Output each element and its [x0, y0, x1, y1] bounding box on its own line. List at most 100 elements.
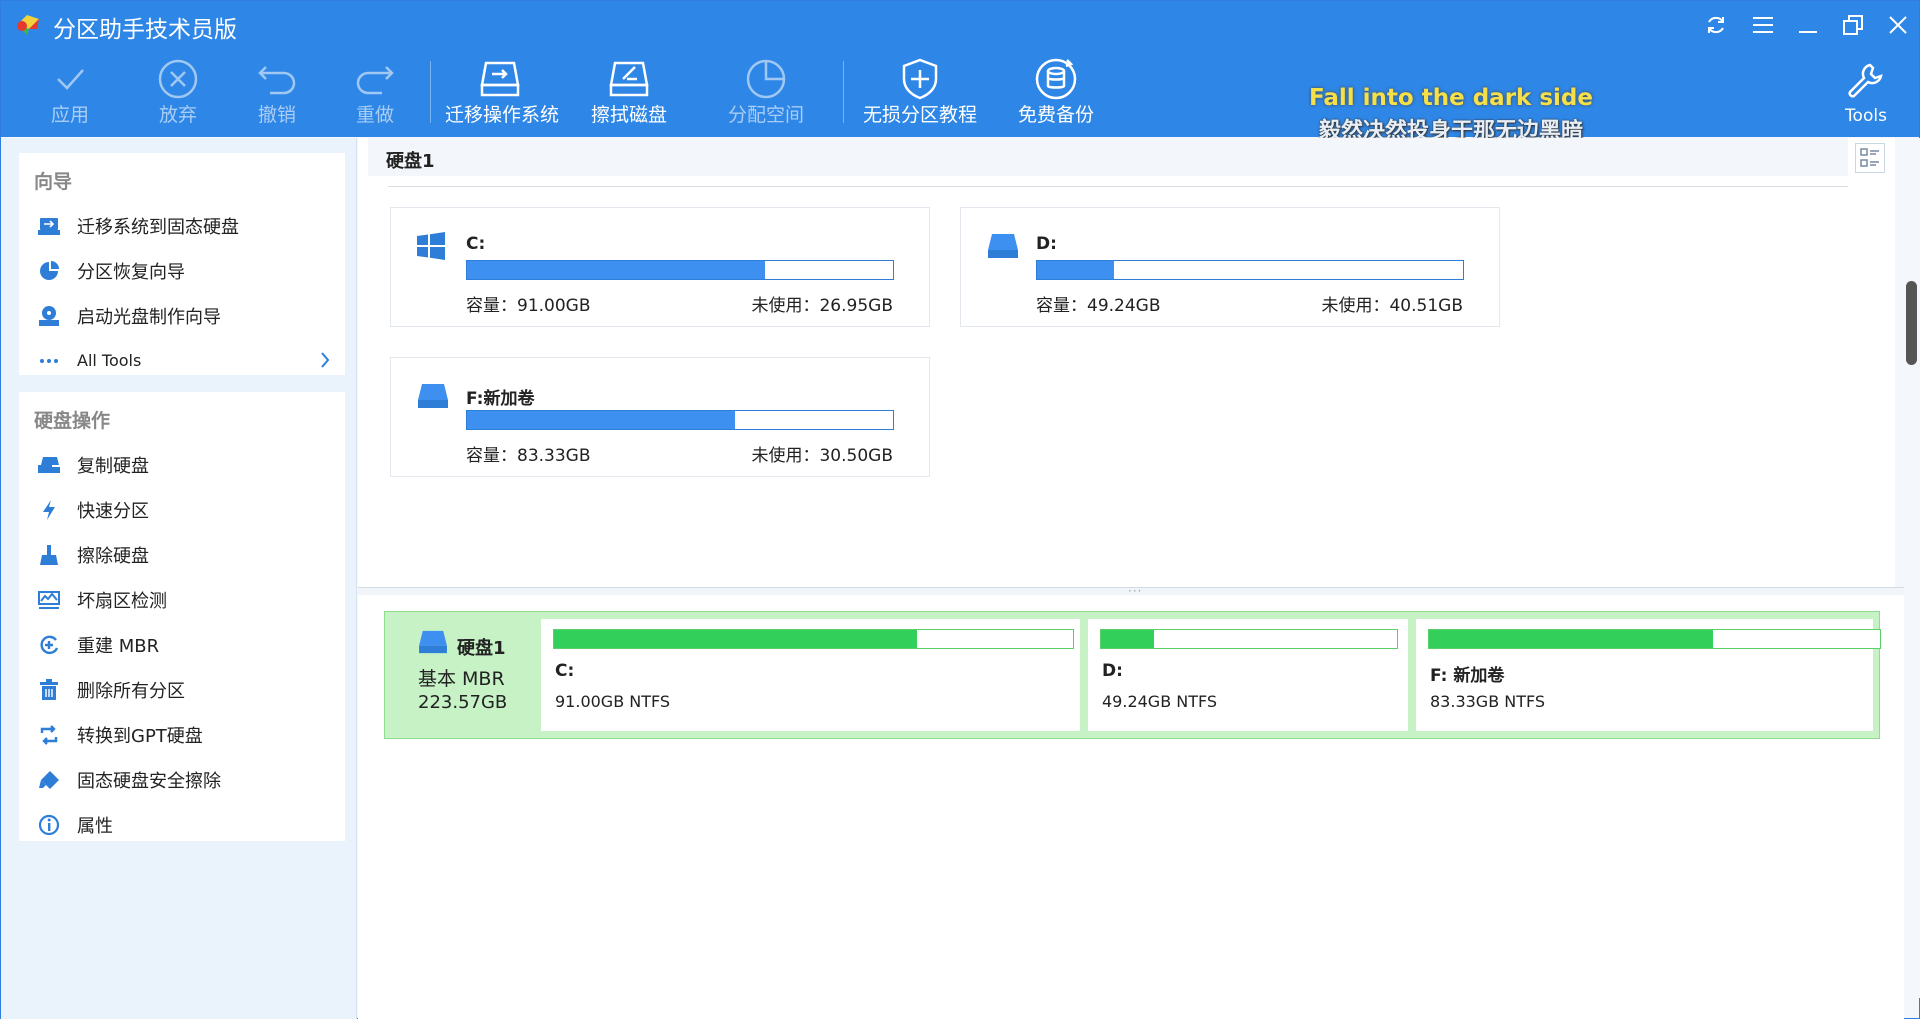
sidebar-item-migrate-ssd[interactable]: 迁移系统到固态硬盘 — [19, 203, 345, 248]
menu-button[interactable] — [1748, 11, 1778, 39]
redo-button[interactable]: 重做 — [320, 55, 430, 133]
copy-disk-icon — [37, 453, 61, 477]
sidebar-item-all-tools[interactable]: All Tools — [19, 338, 345, 383]
disk-map-partition-c[interactable]: C: 91.00GB NTFS — [541, 619, 1080, 731]
tools-button[interactable]: Tools — [1831, 61, 1901, 126]
sidebar-item-label: 重建 MBR — [77, 635, 160, 657]
partition-info: 49.24GB NTFS — [1102, 692, 1218, 711]
disk-type: 基本 MBR — [418, 668, 505, 690]
usage-bar — [466, 260, 894, 280]
minimize-button[interactable] — [1793, 11, 1823, 39]
restore-button[interactable] — [1838, 11, 1868, 39]
disk-header: 硬盘1 — [368, 138, 1848, 176]
app-window: 分区助手技术员版 应用 放弃 撤销 重做 迁移操作系统 擦拭磁盘 分配空间 无损… — [0, 0, 1920, 1019]
sidebar-item-label: 分区恢复向导 — [77, 261, 185, 283]
disk-map-partition-d[interactable]: D: 49.24GB NTFS — [1088, 619, 1408, 731]
drive-icon — [419, 630, 447, 654]
disk-ops-panel-title: 硬盘操作 — [34, 410, 111, 432]
capacity-label: 容量：83.33GB — [466, 446, 591, 466]
undo-icon — [258, 66, 296, 95]
partition-recovery-icon — [37, 259, 61, 283]
partition-info: 91.00GB NTFS — [555, 692, 671, 711]
splitter-grip-icon: ··· — [1128, 584, 1143, 598]
usage-fill — [1429, 630, 1714, 648]
vertical-scrollbar[interactable] — [1904, 138, 1920, 998]
allocate-space-button[interactable]: 分配空间 — [711, 55, 821, 133]
partition-card-d[interactable]: D: 容量：49.24GB 未使用：40.51GB — [960, 207, 1500, 327]
sidebar-item-copy-disk[interactable]: 复制硬盘 — [19, 442, 345, 487]
menu-icon — [1753, 17, 1773, 33]
wizard-panel: 向导 迁移系统到固态硬盘 分区恢复向导 启动光盘制作向导 All Tools — [19, 153, 345, 375]
partition-card-f[interactable]: F:新加卷 容量：83.33GB 未使用：30.50GB — [390, 357, 930, 477]
sidebar-item-wipe-disk[interactable]: 擦除硬盘 — [19, 532, 345, 577]
sidebar-item-label: All Tools — [77, 351, 142, 370]
restore-icon — [1843, 15, 1863, 35]
view-toggle-button[interactable] — [1855, 143, 1885, 173]
disk-map-row[interactable]: 硬盘1 基本 MBR 223.57GB C: 91.00GB NTFS D: 4… — [384, 611, 1881, 739]
sidebar-item-properties[interactable]: 属性 — [19, 802, 345, 847]
toolbar-separator — [843, 61, 844, 123]
sidebar-item-label: 坏扇区检测 — [77, 590, 167, 612]
sidebar-item-convert-gpt[interactable]: 转换到GPT硬盘 — [19, 712, 345, 757]
disk-info: 硬盘1 基本 MBR 223.57GB — [385, 612, 535, 738]
more-dots-icon — [37, 349, 61, 373]
pie-clock-icon — [746, 59, 786, 99]
close-button[interactable] — [1883, 11, 1913, 39]
toolbar-separator — [430, 61, 431, 123]
sidebar-item-bad-sector[interactable]: 坏扇区检测 — [19, 577, 345, 622]
app-logo-icon — [17, 15, 39, 35]
sidebar-item-label: 复制硬盘 — [77, 455, 149, 477]
usage-fill — [1037, 261, 1114, 279]
partition-name: F:新加卷 — [466, 389, 535, 409]
free-label: 未使用：26.95GB — [751, 296, 893, 316]
sidebar-item-delete-all[interactable]: 删除所有分区 — [19, 667, 345, 712]
info-icon — [37, 813, 61, 837]
partition-name: C: — [466, 234, 486, 254]
sidebar-item-quick-partition[interactable]: 快速分区 — [19, 487, 345, 532]
divider — [388, 186, 1848, 187]
usage-fill — [1101, 630, 1155, 648]
undo-button[interactable]: 撤销 — [222, 55, 332, 133]
discard-button[interactable]: 放弃 — [123, 55, 233, 133]
wizard-panel-title: 向导 — [34, 171, 73, 193]
drive-icon — [988, 234, 1018, 258]
migrate-os-button[interactable]: 迁移操作系统 — [445, 55, 559, 133]
partition-name: D: — [1102, 661, 1123, 681]
convert-icon — [37, 723, 61, 747]
partition-card-c[interactable]: C: 容量：91.00GB 未使用：26.95GB — [390, 207, 930, 327]
migrate-ssd-icon — [37, 214, 61, 238]
partition-info: 83.33GB NTFS — [1430, 692, 1546, 711]
sidebar-item-ssd-erase[interactable]: 固态硬盘安全擦除 — [19, 757, 345, 802]
disk-map-area: 硬盘1 基本 MBR 223.57GB C: 91.00GB NTFS D: 4… — [358, 595, 1904, 1019]
sidebar-item-rebuild-mbr[interactable]: 重建 MBR — [19, 622, 345, 667]
video-subtitle: Fall into the dark side 毅然决然投身于那无边黑暗 — [1301, 85, 1601, 145]
sidebar: 向导 迁移系统到固态硬盘 分区恢复向导 启动光盘制作向导 All Tools 硬… — [1, 138, 357, 1019]
free-label: 未使用：40.51GB — [1321, 296, 1463, 316]
apply-button[interactable]: 应用 — [15, 55, 125, 133]
usage-bar — [466, 410, 894, 430]
disk-size: 223.57GB — [418, 692, 508, 713]
sidebar-item-boot-disc[interactable]: 启动光盘制作向导 — [19, 293, 345, 338]
free-backup-button[interactable]: 免费备份 — [1001, 55, 1111, 133]
refresh-button[interactable] — [1701, 11, 1731, 39]
trash-icon — [37, 678, 61, 702]
chevron-right-icon — [321, 352, 330, 368]
disk-map-partition-f[interactable]: F: 新加卷 83.33GB NTFS — [1416, 619, 1881, 731]
scrollbar-thumb[interactable] — [1906, 281, 1917, 365]
disk-name: 硬盘1 — [457, 638, 506, 659]
broom-icon — [37, 543, 61, 567]
bad-sector-icon — [37, 588, 61, 612]
partition-tutorial-button[interactable]: 无损分区教程 — [859, 55, 981, 133]
pane-splitter[interactable]: ··· — [358, 584, 1904, 598]
disk-ops-panel: 硬盘操作 复制硬盘 快速分区 擦除硬盘 坏扇区检测 重建 MBR 删除所有分区 … — [19, 392, 345, 841]
sidebar-item-label: 删除所有分区 — [77, 680, 185, 702]
usage-fill — [467, 261, 766, 279]
free-label: 未使用：30.50GB — [751, 446, 893, 466]
refresh-icon — [1708, 16, 1724, 34]
sidebar-item-partition-recovery[interactable]: 分区恢复向导 — [19, 248, 345, 293]
capacity-label: 容量：49.24GB — [1036, 296, 1161, 316]
lightning-icon — [37, 498, 61, 522]
wipe-disk-button[interactable]: 擦拭磁盘 — [574, 55, 684, 133]
partition-cards-area: 硬盘1 C: 容量：91.00GB 未使用：26.95GB D: 容量：49.2… — [358, 138, 1895, 587]
migrate-os-icon — [480, 61, 520, 97]
